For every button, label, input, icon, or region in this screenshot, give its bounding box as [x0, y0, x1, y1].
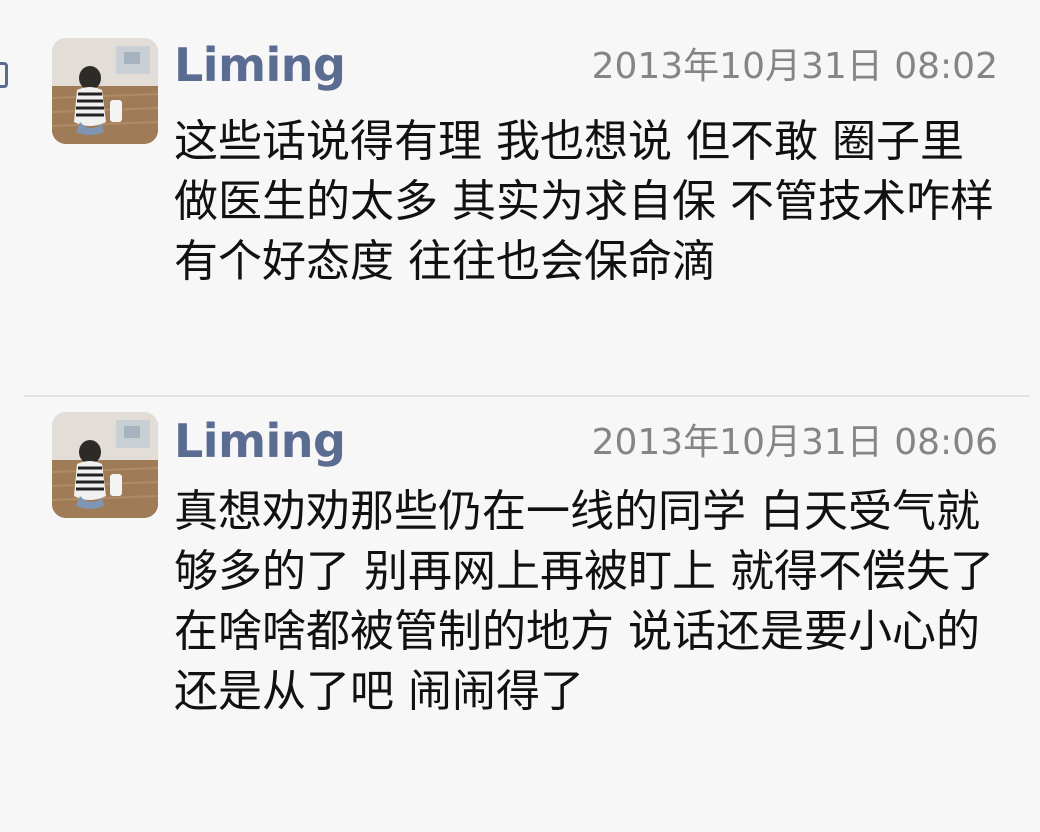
- comment-item: Liming 2013年10月31日 08:02 这些话说得有理 我也想说 但不…: [0, 0, 1040, 396]
- username[interactable]: Liming: [174, 414, 346, 468]
- avatar-photo: [52, 38, 158, 144]
- comment-list: Liming 2013年10月31日 08:02 这些话说得有理 我也想说 但不…: [0, 0, 1040, 832]
- avatar[interactable]: [52, 38, 158, 144]
- timestamp: 2013年10月31日 08:06: [591, 422, 998, 463]
- avatar[interactable]: [52, 412, 158, 518]
- comment-text: 这些话说得有理 我也想说 但不敢 圈子里做医生的太多 其实为求自保 不管技术咋样…: [174, 116, 1008, 287]
- comment-text: 真想劝劝那些仍在一线的同学 白天受气就够多的了 别再网上再被盯上 就得不偿失了 …: [174, 486, 1008, 717]
- avatar-photo: [52, 412, 158, 518]
- timestamp: 2013年10月31日 08:02: [591, 46, 998, 87]
- username[interactable]: Liming: [174, 38, 346, 92]
- comment-item: Liming 2013年10月31日 08:06 真想劝劝那些仍在一线的同学 白…: [0, 396, 1040, 832]
